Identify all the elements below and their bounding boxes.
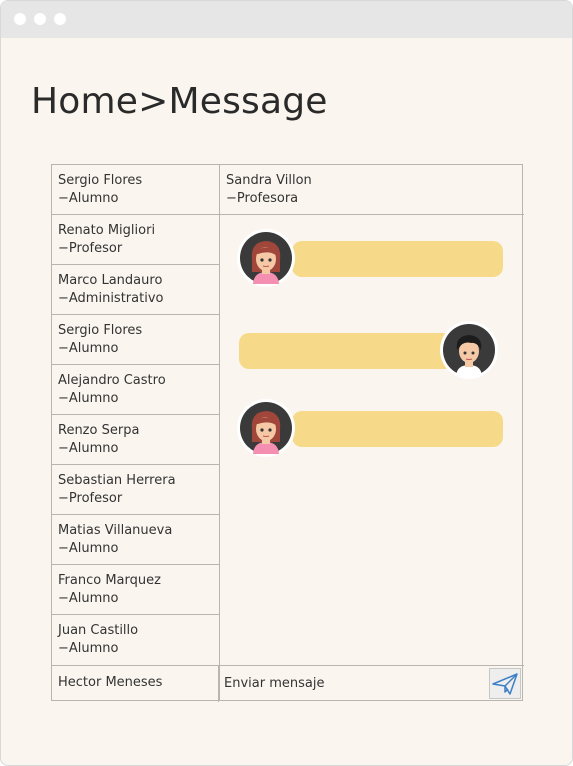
contact-role: −Alumno [58,541,119,556]
window-titlebar [1,1,572,38]
composer-row: Hector Meneses [52,665,524,702]
breadcrumb: Home>Message [31,81,328,122]
contact-name: Marco Landauro [58,273,163,288]
contact-name: Sebastian Herrera [58,473,176,488]
paper-plane-icon [492,673,518,695]
contact-item[interactable]: Franco Marquez −Alumno [52,565,219,615]
contact-item[interactable]: Renzo Serpa −Alumno [52,415,219,465]
contact-item[interactable]: Renato Migliori −Profesor [52,215,219,265]
contact-role: −Alumno [58,591,119,606]
contact-name: Juan Castillo [58,623,139,638]
contact-item[interactable]: Sebastian Herrera −Profesor [52,465,219,515]
messaging-panel: Sergio Flores −Alumno Renato Migliori −P… [51,164,524,702]
contact-name: Franco Marquez [58,573,161,588]
contact-role: −Alumno [58,191,119,206]
message-bubble-incoming [292,241,503,277]
conversation-header: Sandra Villon −Profesora [219,165,524,215]
window-dot-close[interactable] [14,13,26,25]
message-input[interactable] [224,669,486,698]
female-avatar-icon [237,229,295,287]
contact-item[interactable]: Marco Landauro −Administrativo [52,265,219,315]
contact-role: −Alumno [58,341,119,356]
contact-role: −Alumno [58,641,119,656]
contact-name: Sergio Flores [58,323,143,338]
message-bubble-incoming [292,411,503,447]
contact-list: Sergio Flores −Alumno Renato Migliori −P… [52,165,220,700]
contact-item[interactable]: Sergio Flores −Alumno [52,315,219,365]
contact-item[interactable]: Matias Villanueva −Alumno [52,515,219,565]
contact-name: Matias Villanueva [58,523,173,538]
contact-name: Sergio Flores [58,173,143,188]
contact-role: −Alumno [58,441,119,456]
window-dot-minimize[interactable] [34,13,46,25]
browser-window: Home>Message Sergio Flores −Alumno Renat… [0,0,573,766]
male-avatar-icon [440,321,498,379]
contact-item[interactable]: Sergio Flores −Alumno [52,165,219,215]
send-button[interactable] [489,668,521,699]
contact-name: Alejandro Castro [58,373,166,388]
message-bubble-outgoing [239,333,454,369]
contact-role: −Profesor [58,491,123,506]
conversation-name: Sandra Villon [226,173,312,188]
contact-item[interactable]: Juan Castillo −Alumno [52,615,219,665]
contact-role: −Administrativo [58,291,164,306]
contact-item[interactable]: Alejandro Castro −Alumno [52,365,219,415]
window-dot-maximize[interactable] [54,13,66,25]
contact-role: −Alumno [58,391,119,406]
conversation-role: −Profesora [226,191,299,206]
female-avatar-icon [237,399,295,457]
contact-name: Renato Migliori [58,223,156,238]
contact-item[interactable]: Hector Meneses [52,666,219,702]
contact-name: Renzo Serpa [58,423,140,438]
contact-role: −Profesor [58,241,123,256]
